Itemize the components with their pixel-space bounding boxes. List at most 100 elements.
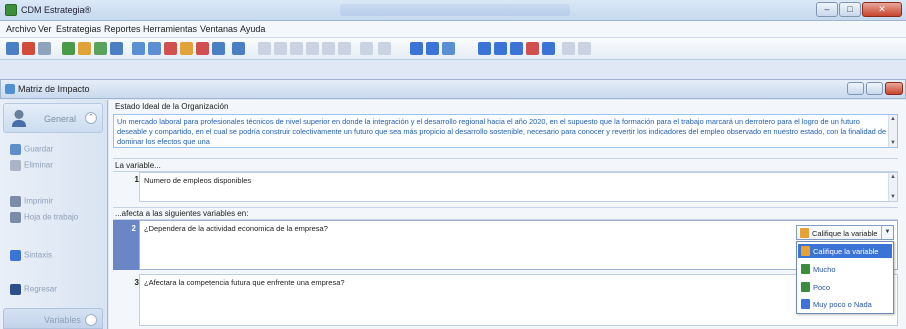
menu-ayuda[interactable]: Ayuda [240,24,265,34]
report-icon[interactable] [180,42,193,55]
users-icon[interactable] [426,42,439,55]
estado-ideal-label: Estado Ideal de la Organización [115,102,229,111]
variable-scrollbar[interactable]: ▲ ▼ [888,173,897,201]
menu-archivo[interactable]: Archivo [6,24,36,34]
mdi-window-titlebar: Matriz de Impacto [0,79,906,99]
import-icon[interactable] [94,42,107,55]
print-icon [10,196,21,207]
sidebar-item-label: Guardar [24,144,54,154]
sidebar-item-eliminar[interactable]: Eliminar [10,160,53,171]
mdi-minimize-button[interactable] [847,82,864,95]
sidebar-header-label: General [44,114,77,124]
divider [113,158,898,159]
graph-icon[interactable] [196,42,209,55]
question-row-2[interactable]: ¿Dependera de la actividad economica de … [139,220,898,270]
menu-estrategias[interactable]: Estrategias [56,24,101,34]
variable-number: 1 [134,175,139,184]
chart-icon[interactable] [62,42,75,55]
option-label: Muy poco o Nada [813,300,872,309]
rating-icon [801,246,810,256]
sidebar-item-hoja[interactable]: Hoja de trabajo [10,212,78,223]
tree-icon[interactable] [410,42,423,55]
rating-option-mucho[interactable]: Mucho [798,262,892,276]
menu-bar: Archivo Ver Estrategias Reportes Herrami… [0,21,906,38]
chevron-down-icon[interactable]: ▼ [881,226,893,239]
app-icon [5,4,17,16]
rating-option-califique[interactable]: Califique la variable [798,244,892,258]
window-icon-5[interactable] [542,42,555,55]
matrix-icon[interactable] [212,42,225,55]
scroll-up-icon[interactable]: ▲ [890,174,896,180]
flag-icon[interactable] [164,42,177,55]
sidebar-item-guardar[interactable]: Guardar [10,144,53,155]
menu-reportes[interactable]: Reportes [104,24,141,34]
grid-icon[interactable] [232,42,245,55]
open-icon[interactable] [22,42,35,55]
window-icon-2[interactable] [494,42,507,55]
step-icon[interactable] [132,42,145,55]
titlebar-glass [340,4,570,16]
rating-icon [800,228,809,238]
rating-option-muy-poco[interactable]: Muy poco o Nada [798,297,892,311]
estado-scrollbar[interactable]: ▲ ▼ [888,115,897,147]
divider [113,207,898,208]
disabled-icon-2 [274,42,287,55]
back-icon [10,284,21,295]
sidebar-item-sintaxis[interactable]: Sintaxis [10,250,52,261]
sidebar-item-label: Eliminar [24,160,53,170]
sidebar-footer-variables[interactable]: Variables [3,308,103,329]
window-icon-1[interactable] [478,42,491,55]
maximize-button[interactable]: □ [839,2,861,17]
mdi-restore-button[interactable] [866,82,883,95]
close-button[interactable]: ✕ [862,2,902,17]
delete-icon [10,160,21,171]
variable-textarea[interactable]: Numero de empleos disponibles ▲ ▼ [139,172,898,202]
estado-ideal-textarea[interactable]: Un mercado laboral para profesionales té… [113,114,898,148]
minimize-button[interactable]: – [816,2,838,17]
sidebar-item-imprimir[interactable]: Imprimir [10,196,53,207]
menu-ver[interactable]: Ver [38,24,52,34]
new-icon[interactable] [6,42,19,55]
step-next-icon[interactable] [148,42,161,55]
mdi-close-button[interactable] [885,82,903,95]
worksheet-icon [10,212,21,223]
disabled-icon-3 [290,42,303,55]
chevron-down-icon[interactable] [85,314,97,326]
question-text: ¿Dependera de la actividad economica de … [144,224,328,233]
disabled-icon-6 [338,42,351,55]
scroll-down-icon[interactable]: ▼ [890,194,896,200]
arrow-icon[interactable] [110,42,123,55]
disabled-icon-8 [378,42,391,55]
rating-option-poco[interactable]: Poco [798,280,892,294]
menu-herramientas[interactable]: Herramientas [143,24,197,34]
scroll-up-icon[interactable]: ▲ [890,116,896,122]
menu-ventanas[interactable]: Ventanas [200,24,238,34]
disabled-icon-9 [562,42,575,55]
sidebar-item-label: Sintaxis [24,250,53,260]
variable-text: Numero de empleos disponibles [144,176,252,185]
window-icon-4[interactable] [526,42,539,55]
variable-label: La variable... [115,161,161,170]
scroll-down-icon[interactable]: ▼ [890,140,896,146]
settings-icon[interactable] [442,42,455,55]
estado-ideal-text: Un mercado laboral para profesionales té… [117,117,887,146]
sidebar-item-regresar[interactable]: Regresar [10,284,57,295]
window-icon-3[interactable] [510,42,523,55]
disabled-icon-1 [258,42,271,55]
level-high-icon [801,264,810,274]
rating-combobox[interactable]: Califique la variable ▼ [796,225,894,240]
option-label: Poco [813,283,831,292]
toolbar [0,38,906,60]
chevron-up-icon[interactable]: ⌃ [85,112,97,124]
level-low-icon [801,282,810,292]
sidebar: General ⌃ Guardar Eliminar Imprimir Hoja… [0,100,108,329]
edit-icon[interactable] [38,42,51,55]
question-row-3[interactable]: ¿Afectara la competencia futura que enfr… [139,274,898,326]
export-icon[interactable] [78,42,91,55]
option-label: Califique la variable [813,247,879,256]
sidebar-header-general[interactable]: General ⌃ [3,103,103,133]
syntax-icon [10,250,21,261]
disabled-icon-5 [322,42,335,55]
question-text: ¿Afectara la competencia futura que enfr… [144,278,345,287]
afecta-label: ...afecta a las siguientes variables en: [115,209,249,218]
